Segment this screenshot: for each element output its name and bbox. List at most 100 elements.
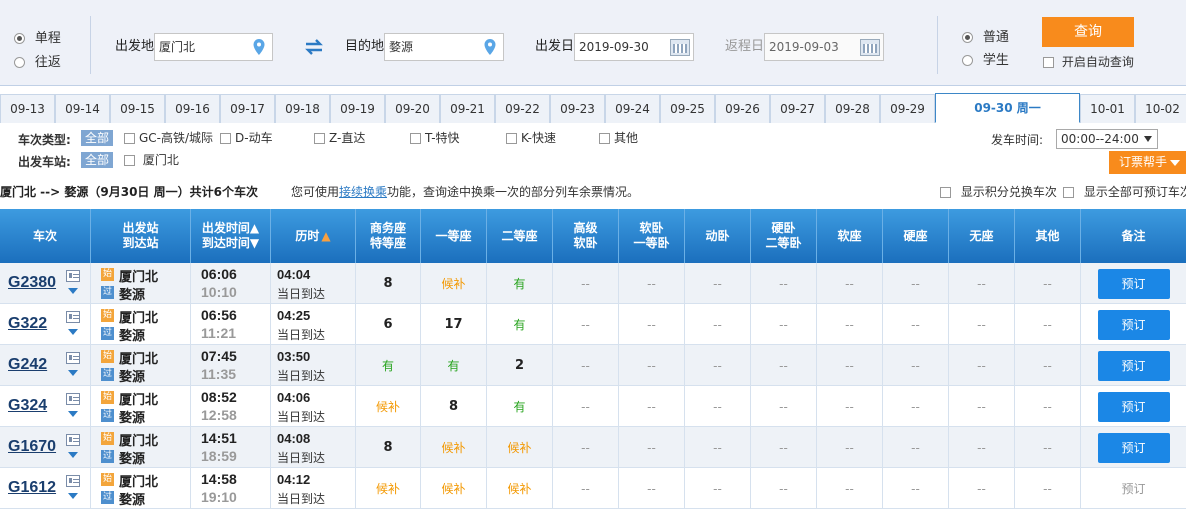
- swap-icon[interactable]: [304, 39, 324, 55]
- train-info-icon[interactable]: [66, 352, 80, 364]
- seat-cell[interactable]: 有: [421, 345, 487, 386]
- date-tab[interactable]: 09-23: [550, 94, 605, 123]
- train-info-icon[interactable]: [66, 393, 80, 405]
- train-type-option[interactable]: Z-直达: [314, 130, 365, 146]
- header-time[interactable]: 出发时间▲ 到达时间▼: [191, 209, 271, 263]
- train-info-icon[interactable]: [66, 311, 80, 323]
- date-tab[interactable]: 09-22: [495, 94, 550, 123]
- seat-cell[interactable]: 6: [356, 304, 421, 345]
- chevron-down-icon[interactable]: [68, 288, 78, 294]
- book-button[interactable]: 预订: [1097, 309, 1170, 340]
- seat-cell[interactable]: 有: [487, 386, 553, 427]
- book-button[interactable]: 预订: [1097, 268, 1170, 299]
- date-tab[interactable]: 09-18: [275, 94, 330, 123]
- date-tab[interactable]: 09-28: [825, 94, 880, 123]
- checkbox-icon[interactable]: [1063, 187, 1074, 198]
- auto-query-toggle[interactable]: 开启自动查询: [1043, 53, 1134, 70]
- seat-cell[interactable]: 候补: [356, 386, 421, 427]
- checkbox-icon[interactable]: [410, 133, 421, 144]
- checkbox-icon[interactable]: [1043, 57, 1054, 68]
- chevron-down-icon[interactable]: [68, 452, 78, 458]
- date-tab[interactable]: 09-21: [440, 94, 495, 123]
- seat-cell[interactable]: 8: [421, 386, 487, 427]
- date-tab[interactable]: 09-17: [220, 94, 275, 123]
- train-number[interactable]: G1612: [8, 479, 56, 497]
- date-tab[interactable]: 09-16: [165, 94, 220, 123]
- book-button[interactable]: 预订: [1097, 350, 1170, 381]
- from-input[interactable]: 厦门北: [154, 33, 273, 61]
- date-tab[interactable]: 09-30 周一: [935, 93, 1080, 123]
- train-type-all-button[interactable]: 全部: [81, 130, 114, 146]
- train-number[interactable]: G322: [8, 315, 47, 333]
- station-option[interactable]: 厦门北: [124, 152, 179, 168]
- header-duration[interactable]: 历时 ▲: [271, 209, 356, 263]
- query-button[interactable]: 查询: [1042, 17, 1134, 47]
- train-info-icon[interactable]: [66, 475, 80, 487]
- checkbox-icon[interactable]: [940, 187, 951, 198]
- train-number[interactable]: G242: [8, 356, 47, 374]
- checkbox-icon[interactable]: [220, 133, 231, 144]
- date-tab[interactable]: 09-29: [880, 94, 935, 123]
- radio-icon[interactable]: [14, 57, 25, 68]
- passenger-student[interactable]: 学生: [962, 49, 1009, 68]
- train-type-option[interactable]: K-快速: [506, 130, 556, 146]
- seat-cell[interactable]: 有: [487, 263, 553, 304]
- train-info-icon[interactable]: [66, 434, 80, 446]
- train-number[interactable]: G1670: [8, 438, 56, 456]
- show-points-trains[interactable]: 显示积分兑换车次: [940, 180, 1057, 204]
- passenger-normal[interactable]: 普通: [962, 26, 1009, 45]
- station-all-button[interactable]: 全部: [81, 152, 114, 168]
- depart-date-input[interactable]: 2019-09-30: [574, 33, 694, 61]
- header-depart-time[interactable]: 出发时间▲: [202, 221, 259, 235]
- seat-cell[interactable]: 候补: [356, 468, 421, 509]
- date-tab[interactable]: 09-27: [770, 94, 825, 123]
- seat-cell[interactable]: 候补: [421, 263, 487, 304]
- radio-icon[interactable]: [962, 55, 973, 66]
- date-tab[interactable]: 09-24: [605, 94, 660, 123]
- date-tab[interactable]: 09-15: [110, 94, 165, 123]
- date-tab[interactable]: 10-01: [1080, 94, 1135, 123]
- calendar-icon[interactable]: [670, 39, 690, 56]
- train-number[interactable]: G324: [8, 397, 47, 415]
- checkbox-icon[interactable]: [599, 133, 610, 144]
- seat-cell[interactable]: 8: [356, 263, 421, 304]
- show-all-trains[interactable]: 显示全部可预订车次: [1063, 180, 1186, 204]
- header-arrive-time[interactable]: 到达时间▼: [202, 236, 259, 250]
- transfer-link[interactable]: 接续换乘: [339, 185, 387, 199]
- return-date-input[interactable]: 2019-09-03: [764, 33, 884, 61]
- to-input[interactable]: 婺源: [384, 33, 504, 61]
- seat-cell[interactable]: 17: [421, 304, 487, 345]
- radio-icon[interactable]: [962, 32, 973, 43]
- seat-cell[interactable]: 有: [487, 304, 553, 345]
- time-select[interactable]: 00:00--24:00: [1056, 129, 1158, 149]
- seat-cell[interactable]: 候补: [487, 468, 553, 509]
- checkbox-icon[interactable]: [124, 133, 135, 144]
- train-type-option[interactable]: 其他: [599, 130, 638, 146]
- checkbox-icon[interactable]: [314, 133, 325, 144]
- seat-cell[interactable]: 候补: [421, 427, 487, 468]
- chevron-down-icon[interactable]: [68, 493, 78, 499]
- chevron-down-icon[interactable]: [68, 370, 78, 376]
- trip-type-oneway[interactable]: 单程: [14, 27, 61, 46]
- date-tab[interactable]: 09-20: [385, 94, 440, 123]
- ticket-helper-button[interactable]: 订票帮手: [1109, 151, 1186, 174]
- date-tab[interactable]: 09-25: [660, 94, 715, 123]
- checkbox-icon[interactable]: [124, 155, 135, 166]
- trip-type-roundtrip[interactable]: 往返: [14, 51, 61, 70]
- date-tab[interactable]: 10-02: [1135, 94, 1186, 123]
- train-type-option[interactable]: D-动车: [220, 130, 273, 146]
- seat-cell[interactable]: 2: [487, 345, 553, 386]
- date-tab[interactable]: 09-13: [0, 94, 55, 123]
- chevron-down-icon[interactable]: [68, 329, 78, 335]
- seat-cell[interactable]: 有: [356, 345, 421, 386]
- chevron-down-icon[interactable]: [68, 411, 78, 417]
- train-type-option[interactable]: GC-高铁/城际: [124, 130, 213, 146]
- train-type-option[interactable]: T-特快: [410, 130, 460, 146]
- seat-cell[interactable]: 候补: [487, 427, 553, 468]
- book-button[interactable]: 预订: [1097, 432, 1170, 463]
- checkbox-icon[interactable]: [506, 133, 517, 144]
- book-button[interactable]: 预订: [1097, 391, 1170, 422]
- date-tab[interactable]: 09-14: [55, 94, 110, 123]
- date-tab[interactable]: 09-19: [330, 94, 385, 123]
- train-info-icon[interactable]: [66, 270, 80, 282]
